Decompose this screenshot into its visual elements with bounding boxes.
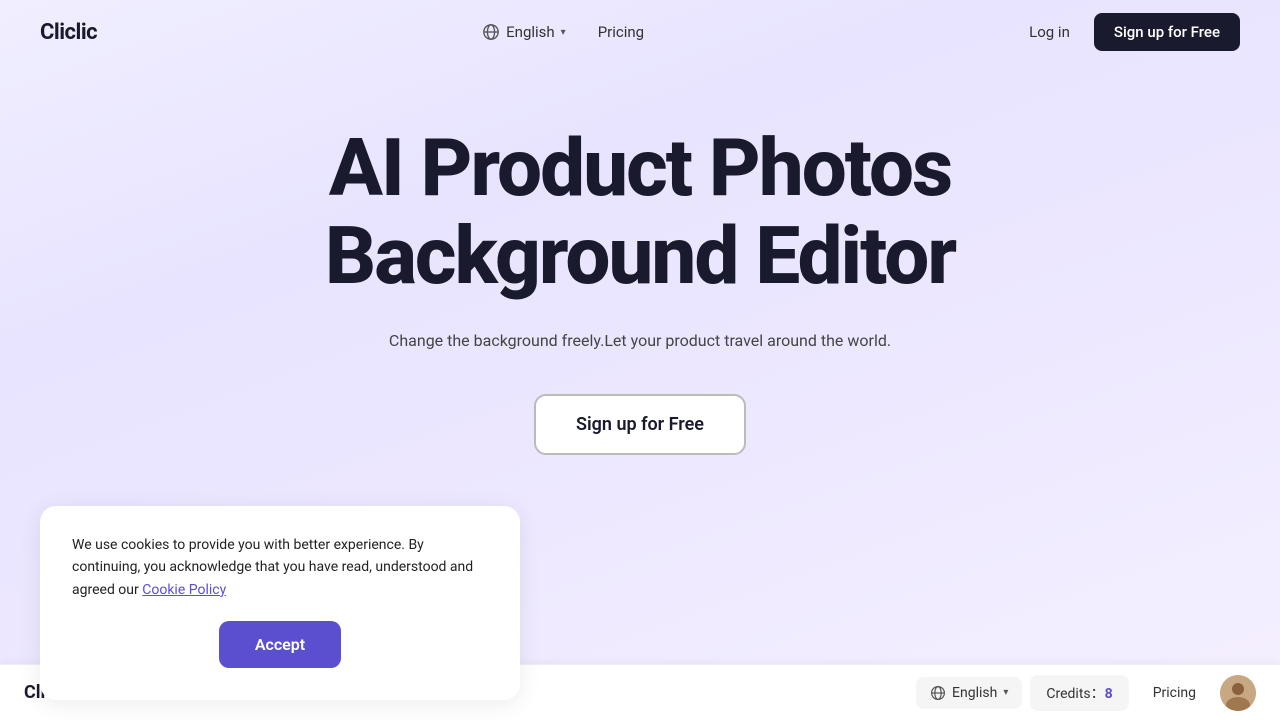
hero-subtitle: Change the background freely.Let your pr… [389,328,891,354]
lang-selector[interactable]: English ▾ [482,23,566,41]
accept-button[interactable]: Accept [219,621,341,668]
avatar-icon [1220,675,1256,711]
bottom-chevron-icon: ▾ [1003,687,1008,698]
bottom-lang-selector[interactable]: English ▾ [916,677,1022,709]
bottom-right: English ▾ Credits：8 Pricing [916,675,1256,711]
hero-section: AI Product Photos Background Editor Chan… [0,64,1280,495]
nav-right: Log in Sign up for Free [1029,13,1240,51]
pricing-nav-link[interactable]: Pricing [598,23,644,41]
cookie-message: We use cookies to provide you with bette… [72,537,473,598]
bottom-pricing-link[interactable]: Pricing [1137,677,1212,709]
avatar[interactable] [1220,675,1256,711]
bottom-globe-icon [930,685,946,701]
logo[interactable]: Cliclic [40,20,97,45]
nav-center: English ▾ Pricing [482,23,644,41]
hero-cta-button[interactable]: Sign up for Free [534,394,746,455]
globe-icon [482,23,500,41]
lang-label: English [506,23,555,41]
signup-button[interactable]: Sign up for Free [1094,13,1240,51]
chevron-down-icon: ▾ [561,27,566,38]
login-button[interactable]: Log in [1029,23,1070,41]
bottom-credits[interactable]: Credits：8 [1030,675,1128,711]
cookie-banner: We use cookies to provide you with bette… [40,506,520,700]
hero-title: AI Product Photos Background Editor [325,124,955,300]
navbar: Cliclic English ▾ Pricing Log in Sign up… [0,0,1280,64]
credits-label: Credits： [1046,686,1104,702]
cookie-policy-link[interactable]: Cookie Policy [142,582,226,598]
credits-count: 8 [1105,686,1113,702]
hero-title-line2: Background Editor [325,209,955,303]
hero-title-line1: AI Product Photos [329,121,951,215]
cookie-text: We use cookies to provide you with bette… [72,534,488,601]
bottom-lang-label: English [952,685,997,701]
